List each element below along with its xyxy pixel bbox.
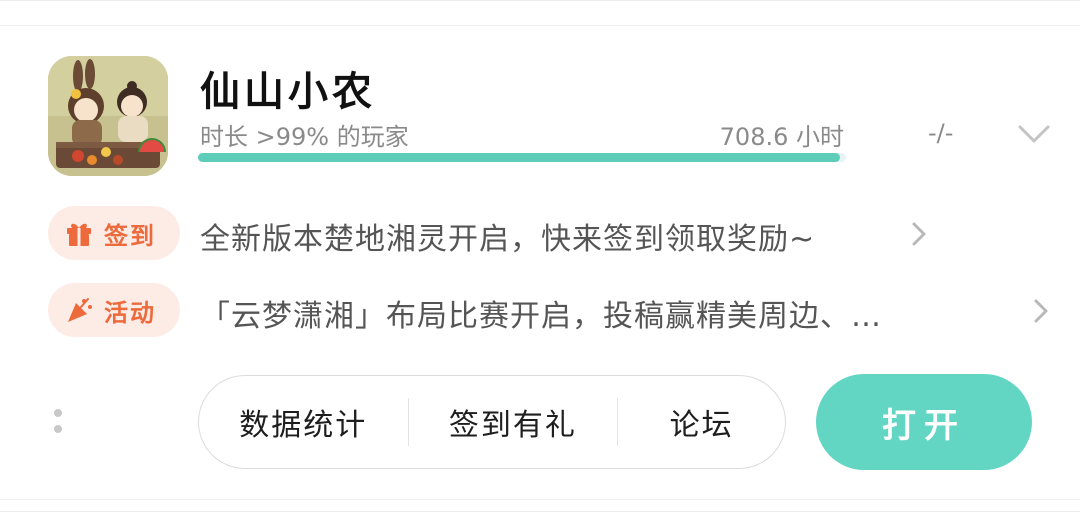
playtime-progress-bar: [198, 153, 846, 162]
checkin-row-text: 全新版本楚地湘灵开启，快来签到领取奖励~: [200, 222, 816, 257]
gift-icon: [64, 218, 94, 248]
event-row[interactable]: 活动 「云梦潇湘」布局比赛开启，投稿赢精美周边、…: [48, 283, 1058, 337]
checkin-badge-label: 签到: [104, 221, 156, 250]
forum-button[interactable]: 论坛: [618, 376, 785, 468]
party-horn-icon: [64, 295, 94, 325]
chevron-right-icon: [910, 220, 928, 248]
more-options-icon[interactable]: [48, 403, 68, 439]
bottom-divider: [0, 499, 1080, 500]
checkin-gift-button[interactable]: 签到有礼: [409, 376, 618, 468]
checkin-badge: 签到: [48, 206, 180, 260]
app-title: 仙山小农: [200, 69, 376, 115]
stats-button[interactable]: 数据统计: [199, 376, 408, 468]
playtime-progress-fill: [198, 153, 840, 162]
event-badge: 活动: [48, 283, 180, 337]
open-button[interactable]: 打开: [816, 374, 1032, 470]
chevron-right-icon: [1032, 297, 1050, 325]
action-group: 数据统计 签到有礼 论坛: [198, 375, 786, 469]
top-divider: [0, 25, 1080, 26]
playtime-label: 时长 >99% 的玩家: [200, 123, 409, 151]
app-icon[interactable]: [48, 56, 168, 176]
checkin-row[interactable]: 签到 全新版本楚地湘灵开启，快来签到领取奖励~: [48, 206, 1058, 260]
app-icon-illustration: [48, 56, 168, 176]
event-row-text: 「云梦潇湘」布局比赛开启，投稿赢精美周边、…: [200, 299, 882, 334]
event-badge-label: 活动: [104, 298, 156, 327]
rating-text: -/-: [928, 119, 954, 147]
game-card: 仙山小农 时长 >99% 的玩家 708.6 小时 -/- 签到 全新版本楚地湘…: [0, 0, 1080, 512]
expand-chevron-icon[interactable]: [1016, 119, 1052, 149]
playtime-hours: 708.6 小时: [719, 123, 844, 151]
